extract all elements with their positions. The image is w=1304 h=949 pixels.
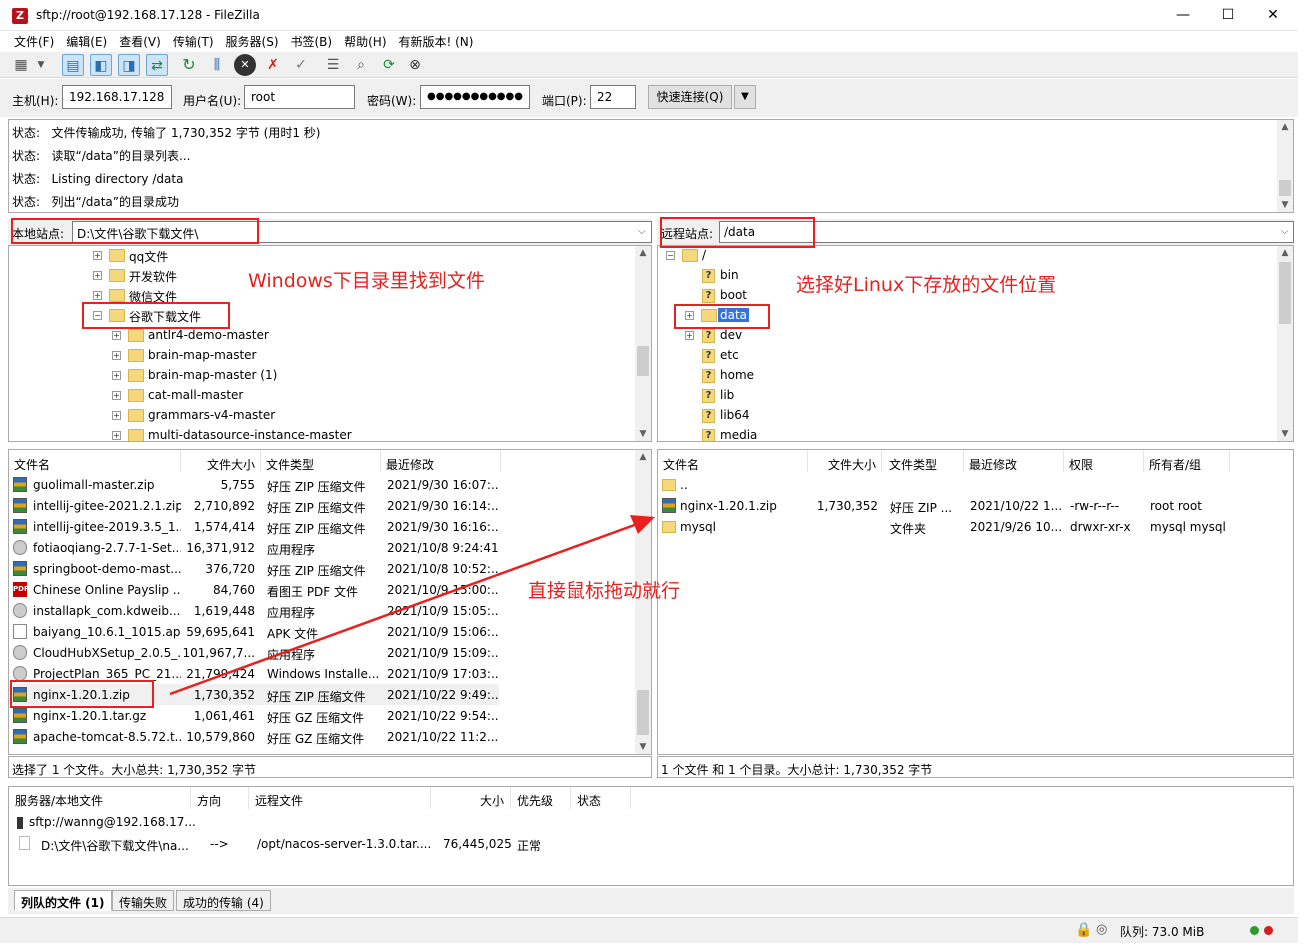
annotation-drag-arrow xyxy=(169,515,655,696)
